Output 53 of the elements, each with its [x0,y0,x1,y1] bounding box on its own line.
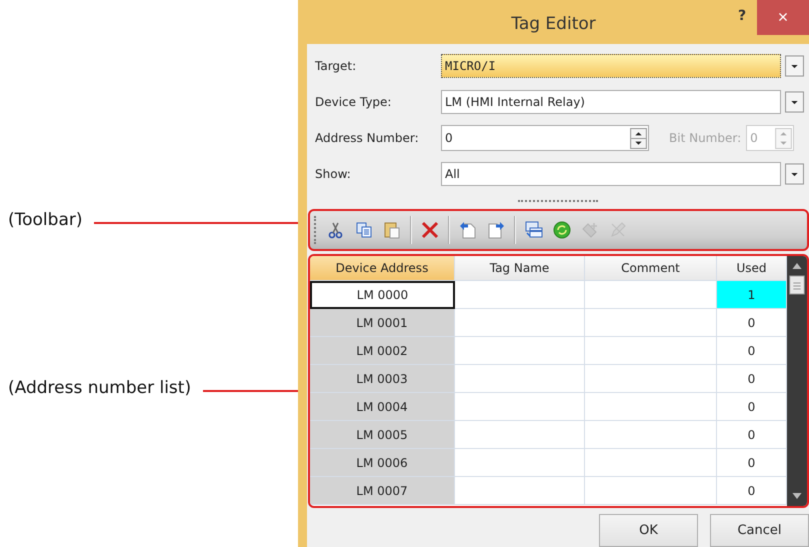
address-cell[interactable]: LM 0001 [310,309,455,337]
tag-name-cell[interactable] [455,337,585,365]
spin-arrows-icon[interactable] [630,128,647,148]
delete-icon[interactable] [420,220,440,240]
export-icon[interactable] [486,220,506,240]
comment-cell[interactable] [585,449,717,477]
dialog-button[interactable]: OK [599,514,698,547]
address-cell[interactable]: LM 0002 [310,337,455,365]
tag-name-cell[interactable] [455,477,585,505]
address-cell[interactable]: LM 0005 [310,421,455,449]
comment-cell[interactable] [585,421,717,449]
address-cell[interactable]: LM 0006 [310,449,455,477]
dropdown-field[interactable]: All [441,162,781,186]
field-label: Target: [315,59,358,73]
address-cell[interactable]: LM 0007 [310,477,455,505]
import-icon[interactable] [458,220,478,240]
column-header[interactable]: Device Address [310,256,455,281]
tag-name-cell[interactable] [455,281,585,309]
paste-icon[interactable] [382,220,402,240]
number-field[interactable]: 0 [441,125,649,151]
field-label: Address Number: [315,131,420,145]
dropdown-field[interactable]: LM (HMI Internal Relay) [441,90,781,114]
field-label: Bit Number: [669,131,742,145]
address-cell[interactable]: LM 0000 [310,281,455,309]
close-button[interactable]: × [757,0,809,35]
dialog-button[interactable]: Cancel [710,514,809,547]
field-label: Device Type: [315,95,392,109]
address-cell[interactable]: LM 0004 [310,393,455,421]
help-button[interactable]: ? [727,8,757,24]
dropdown-field[interactable]: MICRO/I [441,54,781,78]
comment-cell[interactable] [585,337,717,365]
comment-cell[interactable] [585,477,717,505]
comment-cell[interactable] [585,365,717,393]
column-header[interactable]: Used [717,256,787,281]
address-cell[interactable]: LM 0003 [310,365,455,393]
tag-name-cell[interactable] [455,449,585,477]
tag-name-cell[interactable] [455,309,585,337]
column-header[interactable]: Tag Name [455,256,585,281]
callout-label: (Address number list) [8,378,192,398]
callout-label: (Toolbar) [8,210,82,230]
tag-name-cell[interactable] [455,421,585,449]
table-icon[interactable] [524,220,544,240]
used-cell: 1 [717,281,787,309]
window-title: Tag Editor [511,14,596,34]
tag-name-cell[interactable] [455,365,585,393]
scrollbar[interactable] [787,256,807,506]
refresh-icon[interactable] [552,220,572,240]
column-header[interactable]: Comment [585,256,717,281]
comment-cell[interactable] [585,309,717,337]
field-label: Show: [315,167,352,181]
copy-icon[interactable] [354,220,374,240]
tag-name-cell[interactable] [455,393,585,421]
comment-cell[interactable] [585,393,717,421]
